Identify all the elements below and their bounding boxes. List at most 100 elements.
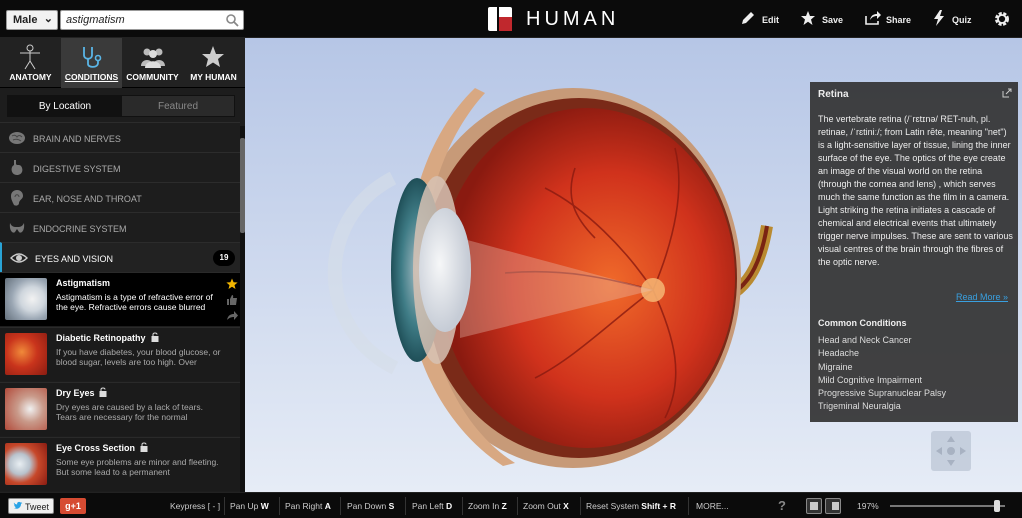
edit-button[interactable]: Edit xyxy=(740,10,784,28)
thumbs-up-icon[interactable] xyxy=(226,294,238,306)
shortcut-pan-down[interactable]: Pan Down S xyxy=(347,501,394,511)
divider xyxy=(405,497,406,515)
category-brain-and-nerves[interactable]: BRAIN AND NERVES xyxy=(0,122,240,152)
divider xyxy=(224,497,225,515)
shortcut-key: X xyxy=(563,501,569,511)
category-eyes-and-vision[interactable]: EYES AND VISION 19 xyxy=(0,242,240,272)
save-button[interactable]: Save xyxy=(800,10,846,28)
category-label: ENDOCRINE SYSTEM xyxy=(33,224,127,234)
tab-anatomy-label: ANATOMY xyxy=(9,72,52,82)
tweet-label: Tweet xyxy=(25,502,50,512)
popout-icon[interactable] xyxy=(1002,88,1012,98)
tab-conditions[interactable]: CONDITIONS xyxy=(61,38,122,88)
pan-control[interactable] xyxy=(931,431,971,471)
ear-icon xyxy=(11,190,23,206)
common-condition-link[interactable]: Head and Neck Cancer xyxy=(818,334,946,347)
divider xyxy=(688,497,689,515)
condition-item-dry-eyes[interactable]: Dry Eyes Dry eyes are caused by a lack o… xyxy=(0,382,240,436)
divider xyxy=(340,497,341,515)
lock-icon xyxy=(99,387,107,397)
share-label: Share xyxy=(886,15,912,25)
common-condition-link[interactable]: Progressive Supranuclear Palsy xyxy=(818,387,946,400)
lock-icon xyxy=(140,442,148,452)
shortcut-reset-system[interactable]: Reset System Shift + R xyxy=(586,501,676,511)
layout-split-icon xyxy=(832,502,839,510)
shortcut-key: Shift + R xyxy=(641,501,676,511)
pencil-icon xyxy=(742,12,754,24)
lock-icon xyxy=(151,332,159,342)
tab-conditions-label: CONDITIONS xyxy=(64,72,119,82)
condition-description: Some eye problems are minor and fleeting… xyxy=(56,457,219,477)
tab-community-label: COMMUNITY xyxy=(126,72,179,82)
shortcut-label: Pan Left xyxy=(412,501,444,511)
condition-title: Dry Eyes xyxy=(56,388,95,398)
tweet-button[interactable]: Tweet xyxy=(8,498,54,514)
category-label: BRAIN AND NERVES xyxy=(33,134,121,144)
shortcut-zoom-in[interactable]: Zoom In Z xyxy=(468,501,507,511)
edit-label: Edit xyxy=(762,15,779,25)
shortcut-zoom-out[interactable]: Zoom Out X xyxy=(523,501,569,511)
condition-item-eye-cross-section[interactable]: Eye Cross Section Some eye problems are … xyxy=(0,437,240,491)
keypress-toggle[interactable]: Keypress [ - ] xyxy=(170,501,220,511)
quiz-button[interactable]: Quiz xyxy=(932,10,976,28)
shortcut-label: Reset System xyxy=(586,501,639,511)
tab-my-human-label: MY HUMAN xyxy=(190,72,237,82)
shortcut-key: Z xyxy=(501,501,507,511)
shortcut-pan-right[interactable]: Pan Right A xyxy=(285,501,331,511)
star-icon xyxy=(801,11,815,25)
share-button[interactable]: Share xyxy=(864,10,916,28)
condition-thumbnail xyxy=(5,278,47,320)
condition-title: Astigmatism xyxy=(56,278,111,288)
tab-anatomy[interactable]: ANATOMY xyxy=(0,38,61,88)
brain-icon xyxy=(9,132,25,144)
category-endocrine-system[interactable]: ENDOCRINE SYSTEM xyxy=(0,212,240,242)
zoom-slider-handle[interactable] xyxy=(993,500,1000,512)
layout-single-icon xyxy=(810,502,818,510)
featured-tab[interactable]: Featured xyxy=(122,96,234,116)
sidebar: ANATOMY CONDITIONS COMMUNITY MY HUMAN By… xyxy=(0,38,245,492)
nav-tabs: ANATOMY CONDITIONS COMMUNITY MY HUMAN xyxy=(0,38,245,88)
save-label: Save xyxy=(822,15,844,25)
chevron-down-icon: ⌄ xyxy=(43,13,53,25)
shortcut-label: Pan Right xyxy=(285,501,323,511)
common-condition-link[interactable]: Mild Cognitive Impairment xyxy=(818,374,946,387)
common-condition-link[interactable]: Trigeminal Neuralgia xyxy=(818,400,946,413)
category-ear-nose-throat[interactable]: EAR, NOSE AND THROAT xyxy=(0,182,240,212)
common-condition-link[interactable]: Headache xyxy=(818,347,946,360)
condition-count-badge: 19 xyxy=(213,250,235,266)
shortcut-key: S xyxy=(388,501,395,511)
by-location-tab[interactable]: By Location xyxy=(8,96,122,116)
gender-value: Male xyxy=(13,14,38,26)
search-input[interactable]: astigmatism xyxy=(60,10,244,30)
stethoscope-icon xyxy=(83,47,102,68)
shortcut-key: A xyxy=(324,501,331,511)
layout-single-button[interactable] xyxy=(806,498,822,514)
common-condition-link[interactable]: Migraine xyxy=(818,361,946,374)
common-conditions-heading: Common Conditions xyxy=(818,318,907,328)
tab-my-human[interactable]: MY HUMAN xyxy=(183,38,244,88)
shortcut-pan-up[interactable]: Pan Up W xyxy=(230,501,269,511)
shortcut-pan-left[interactable]: Pan Left D xyxy=(412,501,452,511)
zoom-level: 197% xyxy=(857,501,879,511)
stomach-icon xyxy=(11,160,23,175)
condition-item-diabetic-retinopathy[interactable]: Diabetic Retinopathy If you have diabete… xyxy=(0,327,240,381)
more-shortcuts-link[interactable]: MORE... xyxy=(696,501,729,511)
share-arrow-icon[interactable] xyxy=(226,310,238,322)
divider xyxy=(462,497,463,515)
community-icon xyxy=(141,48,165,68)
favorite-star-icon[interactable] xyxy=(226,278,238,290)
search-icon[interactable] xyxy=(225,13,239,27)
condition-item-astigmatism[interactable]: Astigmatism Astigmatism is a type of ref… xyxy=(0,272,240,326)
tab-community[interactable]: COMMUNITY xyxy=(122,38,183,88)
condition-thumbnail xyxy=(5,388,47,430)
read-more-link[interactable]: Read More » xyxy=(956,292,1008,302)
help-button[interactable]: ? xyxy=(778,498,786,513)
shortcut-label: Zoom In xyxy=(468,501,500,511)
gender-select[interactable]: Male ⌄ xyxy=(6,10,58,30)
human-figure-icon xyxy=(20,44,40,70)
gplus-button[interactable]: g+1 xyxy=(60,498,86,514)
zoom-slider[interactable] xyxy=(890,505,1005,507)
layout-split-button[interactable] xyxy=(825,498,841,514)
category-digestive-system[interactable]: DIGESTIVE SYSTEM xyxy=(0,152,240,182)
settings-button[interactable] xyxy=(993,10,1011,28)
